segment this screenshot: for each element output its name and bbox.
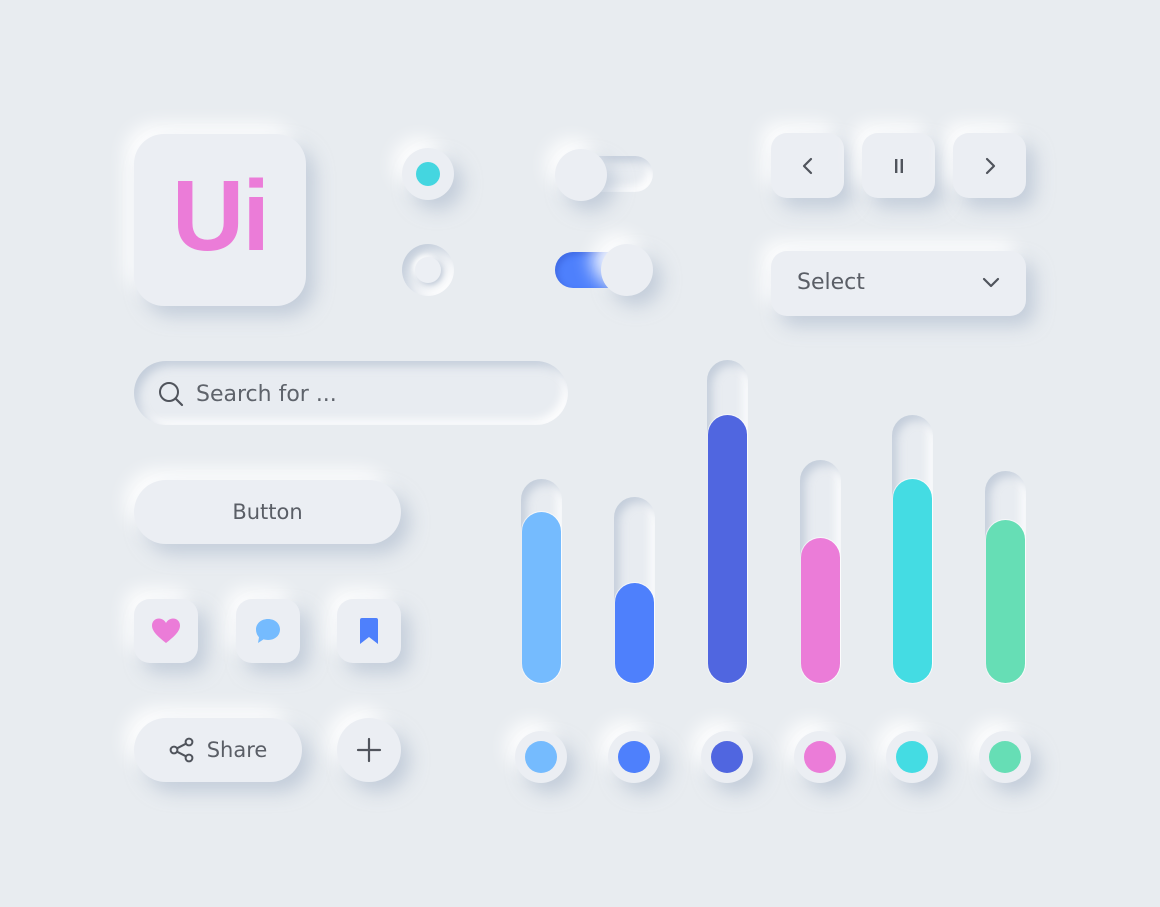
slider-green-fill[interactable] <box>986 520 1025 683</box>
slider-light-blue-fill[interactable] <box>522 512 561 683</box>
slider-cyan-track[interactable] <box>892 415 933 683</box>
slider-cyan-fill[interactable] <box>893 479 932 683</box>
share-button[interactable]: Share <box>134 718 302 782</box>
swatch-pink[interactable] <box>794 731 846 783</box>
bookmark-icon <box>360 618 378 644</box>
search-input[interactable] <box>194 375 538 413</box>
swatch-pink-color <box>804 741 836 773</box>
ui-logo-tile: Ui <box>134 134 306 306</box>
swatch-green-color <box>989 741 1021 773</box>
toggle-on-knob[interactable] <box>601 244 653 296</box>
radio-unselected[interactable] <box>402 244 454 296</box>
radio-ring <box>415 257 441 283</box>
swatch-light-blue[interactable] <box>515 731 567 783</box>
search-icon <box>159 382 184 407</box>
next-button[interactable] <box>953 133 1026 198</box>
swatch-indigo[interactable] <box>701 731 753 783</box>
slider-indigo-fill[interactable] <box>708 415 747 683</box>
slider-indigo-track[interactable] <box>707 360 748 683</box>
select-dropdown[interactable]: Select <box>771 251 1026 316</box>
like-button[interactable] <box>134 599 198 663</box>
chevron-right-icon <box>985 157 995 174</box>
add-button[interactable] <box>337 718 401 782</box>
swatch-green[interactable] <box>979 731 1031 783</box>
radio-selected[interactable] <box>402 148 454 200</box>
toggle-off-knob[interactable] <box>555 149 607 201</box>
select-label: Select <box>797 270 865 295</box>
swatch-light-blue-color <box>525 741 557 773</box>
plus-icon <box>356 737 382 763</box>
swatch-blue-color <box>618 741 650 773</box>
slider-pink-fill[interactable] <box>801 538 840 683</box>
pause-icon <box>894 158 903 173</box>
slider-blue-fill[interactable] <box>615 583 654 683</box>
swatch-cyan-color <box>896 741 928 773</box>
radio-dot <box>416 162 440 186</box>
slider-pink-track[interactable] <box>800 460 841 683</box>
swatch-cyan[interactable] <box>886 731 938 783</box>
search-field[interactable] <box>134 361 568 425</box>
previous-button[interactable] <box>771 133 844 198</box>
heart-icon <box>152 618 180 643</box>
comment-button[interactable] <box>236 599 300 663</box>
swatch-indigo-color <box>711 741 743 773</box>
swatch-blue[interactable] <box>608 731 660 783</box>
share-icon <box>169 737 194 763</box>
ui-logo-text: Ui <box>172 160 270 272</box>
share-label: Share <box>206 738 268 762</box>
primary-button[interactable]: Button <box>134 480 401 544</box>
pause-button[interactable] <box>862 133 935 198</box>
slider-blue-track[interactable] <box>614 497 655 683</box>
slider-light-blue-track[interactable] <box>521 479 562 683</box>
bookmark-button[interactable] <box>337 599 401 663</box>
chevron-left-icon <box>802 157 812 174</box>
slider-green-track[interactable] <box>985 471 1026 683</box>
chevron-down-icon <box>982 277 1000 288</box>
chat-bubble-icon <box>256 619 280 643</box>
